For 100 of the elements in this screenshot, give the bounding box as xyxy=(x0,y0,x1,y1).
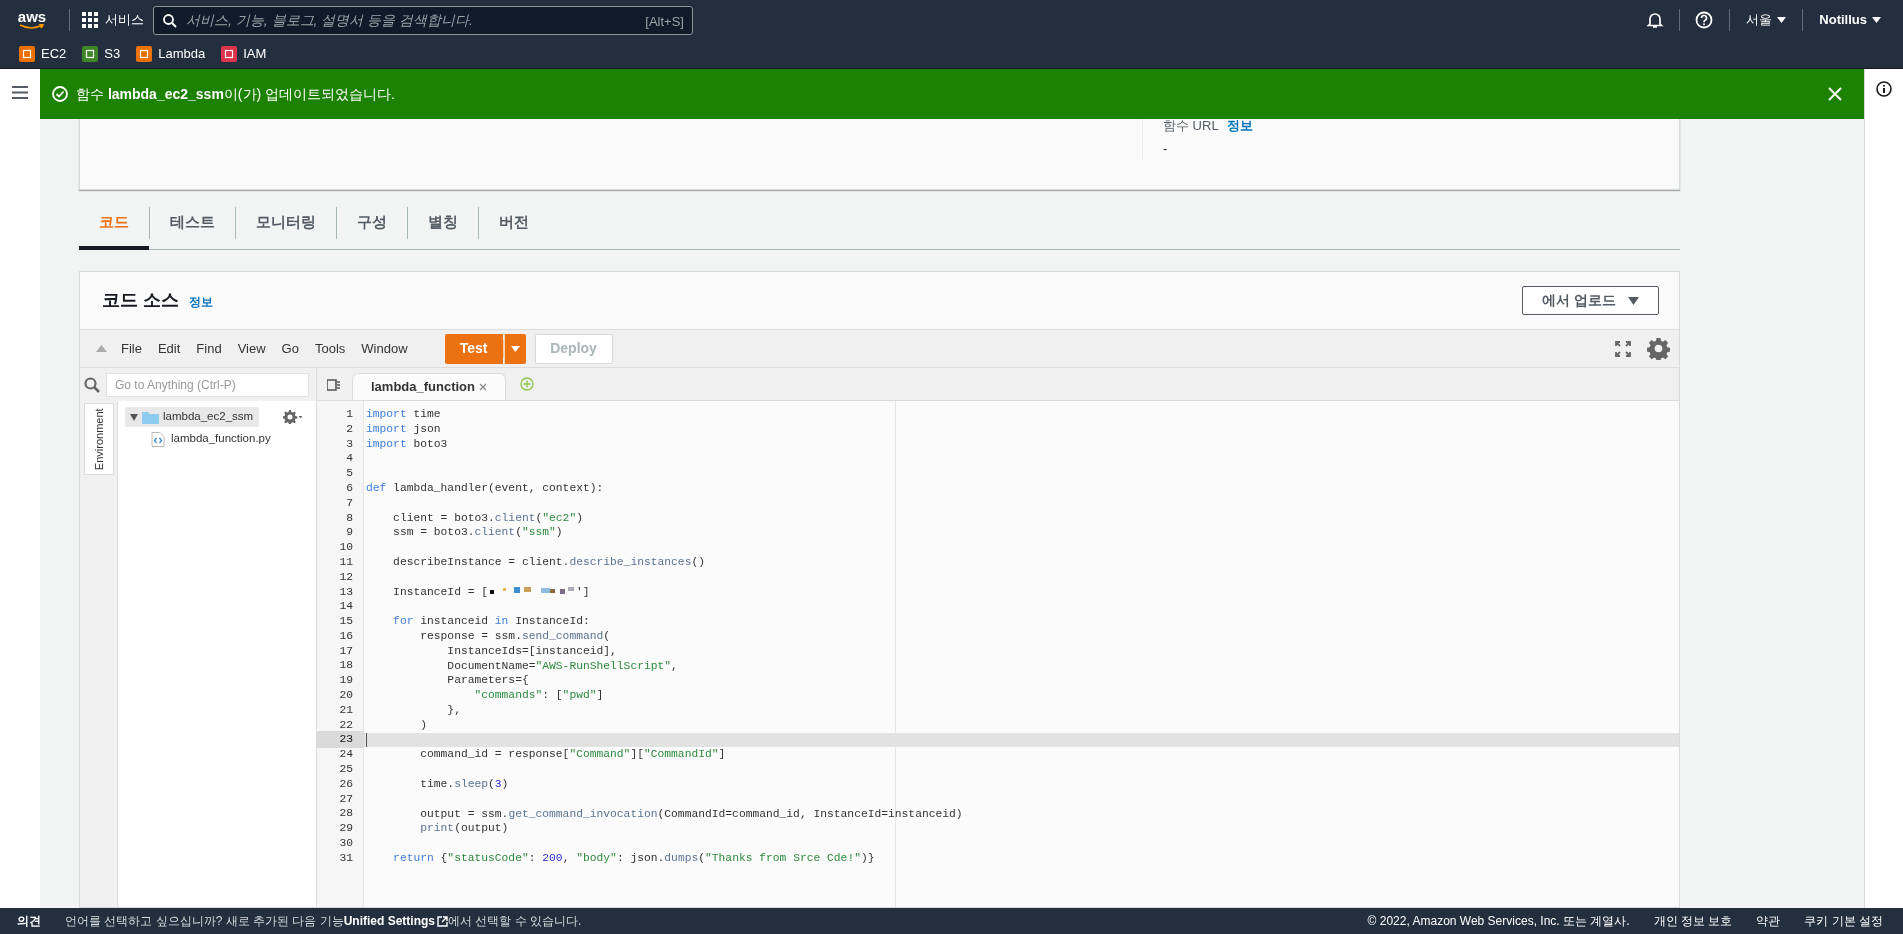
folder-name: lambda_ec2_ssm xyxy=(163,409,254,425)
external-link-icon xyxy=(437,915,449,927)
info-icon[interactable] xyxy=(1876,81,1892,97)
folder-icon xyxy=(142,410,159,424)
menu-item[interactable]: Find xyxy=(188,338,230,359)
menu-icon[interactable] xyxy=(12,86,28,99)
tab[interactable]: 테스트 xyxy=(150,196,235,249)
check-circle-icon xyxy=(52,86,68,102)
unified-settings-link[interactable]: Unified Settings xyxy=(343,912,449,930)
tab[interactable]: 모니터링 xyxy=(236,196,336,249)
aws-logo[interactable]: aws xyxy=(17,10,47,30)
code-line: InstanceIds=[instanceid], xyxy=(446,643,617,659)
menu-item[interactable]: View xyxy=(229,338,274,359)
line-number: 29 xyxy=(338,821,354,837)
panel-title: 코드 소스 xyxy=(102,289,179,312)
info-link[interactable]: 정보 xyxy=(1226,119,1253,133)
close-icon[interactable] xyxy=(479,383,487,391)
footer-link[interactable]: 약관 xyxy=(1756,912,1781,930)
account-menu[interactable]: Notillus xyxy=(1819,10,1881,30)
line-number: 26 xyxy=(338,776,354,792)
settings-icon[interactable] xyxy=(1647,337,1670,360)
info-link[interactable]: 정보 xyxy=(189,293,213,311)
code-line: output = ssm.get_command_invocation(CommandId=command_id, InstanceId=instanceid) xyxy=(419,806,963,822)
menu-item[interactable]: Go xyxy=(273,338,307,359)
code-line: }, xyxy=(446,702,461,718)
line-number: 17 xyxy=(338,643,354,659)
environment-tab[interactable]: Environment xyxy=(83,403,114,475)
grid-icon xyxy=(82,12,98,28)
line-number: 12 xyxy=(338,569,354,585)
services-menu[interactable]: 서비스 xyxy=(82,10,144,30)
feedback-link[interactable]: 의견 xyxy=(17,912,41,930)
language-prompt: 언어를 선택하고 싶으십니까? 새로 추가된 다음 기능Unified Settings 에서 선택할 수 있습니다. xyxy=(65,912,582,930)
line-number: 30 xyxy=(338,836,354,852)
field-label: 함수 URL xyxy=(1163,119,1219,133)
fullscreen-icon[interactable] xyxy=(1615,340,1631,357)
code-line: describeInstance = client.describe_instances() xyxy=(392,554,705,570)
text-cursor xyxy=(366,732,367,747)
line-number: 13 xyxy=(338,584,354,600)
menu-item[interactable]: File xyxy=(113,338,150,359)
search-icon xyxy=(163,13,177,28)
line-number: 16 xyxy=(338,628,354,644)
favorite-link[interactable]: EC2 xyxy=(19,44,67,64)
favorite-link[interactable]: Lambda xyxy=(136,44,206,64)
code-line: import time xyxy=(365,407,441,422)
line-number: 23 xyxy=(317,731,364,749)
code-line: def lambda_handler(event, context): xyxy=(365,481,604,496)
tab[interactable]: 별칭 xyxy=(408,196,478,249)
code-line: return {"statusCode": 200, "body": json.dumps("Thanks from Srce Cde!")} xyxy=(392,850,875,866)
line-number: 24 xyxy=(338,747,354,763)
line-number: 20 xyxy=(338,688,354,704)
line-number: 9 xyxy=(345,525,354,541)
line-number: 31 xyxy=(338,850,354,866)
favorite-link[interactable]: IAM xyxy=(221,44,267,64)
expand-icon[interactable] xyxy=(130,413,138,421)
code-line: command_id = response["Command"]["CommandId"] xyxy=(419,747,726,763)
copyright-text: © 2022, Amazon Web Services, Inc. 또는 계열사. xyxy=(1367,913,1630,930)
code-line: for instanceid in InstanceId: xyxy=(392,614,590,629)
folder-item[interactable]: lambda_ec2_ssm xyxy=(125,407,260,427)
caret-icon xyxy=(1627,296,1639,305)
code-line: response = ssm.send_command( xyxy=(419,628,611,644)
line-number: 4 xyxy=(345,451,354,467)
code-line: time.sleep(3) xyxy=(419,776,509,792)
line-number: 22 xyxy=(338,717,354,733)
caret-icon xyxy=(1777,17,1787,23)
line-number: 19 xyxy=(338,673,354,689)
caret-icon xyxy=(1872,17,1881,23)
menu-item[interactable]: Window xyxy=(353,338,416,359)
help-icon[interactable] xyxy=(1695,11,1714,29)
code-line: ) xyxy=(419,717,427,733)
line-number: 28 xyxy=(338,806,354,822)
code-line: InstanceId = [ '] xyxy=(392,584,590,600)
line-number: 6 xyxy=(345,480,354,496)
field-value: - xyxy=(1163,140,1169,158)
search-icon[interactable] xyxy=(84,376,100,393)
tab-list-icon[interactable] xyxy=(327,379,340,391)
code-line: ssm = boto3.client("ssm") xyxy=(392,525,563,541)
line-number: 7 xyxy=(345,495,354,511)
region-menu[interactable]: 서울 xyxy=(1746,10,1787,30)
editor-tab[interactable]: lambda_function xyxy=(352,373,506,400)
favorite-link[interactable]: S3 xyxy=(82,44,121,64)
line-number: 27 xyxy=(338,791,354,807)
tab[interactable]: 구성 xyxy=(337,196,407,249)
line-number: 21 xyxy=(338,702,354,718)
menu-item[interactable]: Tools xyxy=(306,338,354,359)
tab[interactable]: 버전 xyxy=(479,196,549,249)
code-line: import boto3 xyxy=(365,436,448,452)
line-number: 8 xyxy=(345,510,354,526)
code-line: import json xyxy=(365,421,441,437)
code-line: "commands": ["pwd"] xyxy=(473,688,604,703)
footer-link[interactable]: 개인 정보 보호 xyxy=(1653,912,1733,930)
line-number: 3 xyxy=(345,436,354,452)
notifications-icon[interactable] xyxy=(1646,11,1665,29)
go-to-anything-field[interactable]: Go to Anything (Ctrl-P) xyxy=(106,372,309,397)
footer-link[interactable]: 쿠키 기본 설정 xyxy=(1804,912,1883,930)
settings-icon[interactable] xyxy=(283,410,304,424)
test-dropdown-button[interactable] xyxy=(503,333,526,364)
menu-item[interactable]: Edit xyxy=(149,338,189,359)
tree-item[interactable]: lambda_function.py xyxy=(151,430,271,448)
upload-button[interactable]: 에서 업로드 xyxy=(1522,286,1659,315)
code-line: client = boto3.client("ec2") xyxy=(392,510,583,526)
